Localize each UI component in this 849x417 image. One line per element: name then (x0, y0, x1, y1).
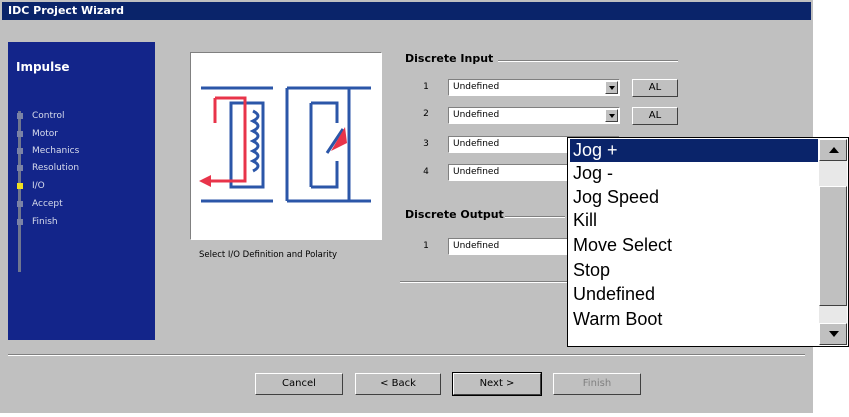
input-row-number: 2 (423, 109, 429, 119)
input-row-number: 4 (423, 167, 429, 177)
dropdown-option[interactable]: Undefined (570, 283, 818, 306)
finish-button: Finish (553, 373, 641, 395)
scrollbar-thumb[interactable] (819, 186, 847, 306)
nav-item-control[interactable]: Control (17, 109, 65, 123)
discrete-input-2-select[interactable]: Undefined (448, 107, 620, 124)
cancel-button[interactable]: Cancel (255, 373, 343, 395)
input-2-polarity-button[interactable]: AL (632, 107, 678, 125)
step-marker-icon (17, 219, 23, 225)
output-row-number: 1 (423, 241, 429, 251)
nav-item-resolution[interactable]: Resolution (17, 161, 79, 175)
scroll-down-icon[interactable] (819, 323, 847, 345)
diagram-caption: Select I/O Definition and Polarity (199, 250, 338, 260)
dropdown-option[interactable]: Jog + (570, 139, 818, 162)
chevron-down-icon[interactable] (605, 81, 618, 94)
footer-separator (8, 354, 805, 356)
input-row-number: 1 (423, 82, 429, 92)
dropdown-option[interactable]: Kill (570, 209, 818, 232)
next-button[interactable]: Next > (452, 372, 542, 396)
nav-item-finish[interactable]: Finish (17, 215, 58, 229)
dropdown-option[interactable]: Move Select (570, 234, 818, 257)
nav-item-motor[interactable]: Motor (17, 127, 58, 141)
diagram-panel (190, 52, 382, 240)
step-marker-icon (17, 113, 23, 119)
chevron-down-icon[interactable] (605, 109, 618, 122)
input-row-number: 3 (423, 139, 429, 149)
dropdown-option[interactable]: Stop (570, 259, 818, 282)
section-divider (505, 216, 565, 218)
dropdown-scrollbar[interactable] (819, 139, 847, 345)
section-divider (498, 60, 678, 62)
nav-item-mechanics[interactable]: Mechanics (17, 144, 79, 158)
window-title: IDC Project Wizard (2, 2, 811, 20)
step-marker-icon (17, 201, 23, 207)
step-marker-icon (17, 131, 23, 137)
nav-item-io[interactable]: I/O (17, 179, 45, 193)
relay-diagram-icon (199, 86, 371, 203)
dropdown-option[interactable]: Jog Speed (570, 186, 818, 209)
dropdown-option[interactable]: Jog - (570, 162, 818, 185)
scroll-up-icon[interactable] (819, 139, 847, 161)
dropdown-option[interactable]: Warm Boot (570, 308, 818, 331)
discrete-input-title: Discrete Input (405, 52, 494, 65)
discrete-output-title: Discrete Output (405, 208, 504, 221)
back-button[interactable]: < Back (355, 373, 441, 395)
nav-title: Impulse (16, 60, 70, 74)
nav-item-accept[interactable]: Accept (17, 197, 63, 211)
wizard-nav-panel: Impulse Control Motor Mechanics Resoluti… (8, 42, 155, 340)
active-step-marker-icon (17, 183, 23, 189)
input-1-polarity-button[interactable]: AL (632, 79, 678, 97)
function-dropdown-list[interactable]: Jog + Jog - Jog Speed Kill Move Select S… (567, 137, 849, 347)
step-marker-icon (17, 165, 23, 171)
discrete-input-1-select[interactable]: Undefined (448, 79, 620, 96)
step-marker-icon (17, 148, 23, 154)
